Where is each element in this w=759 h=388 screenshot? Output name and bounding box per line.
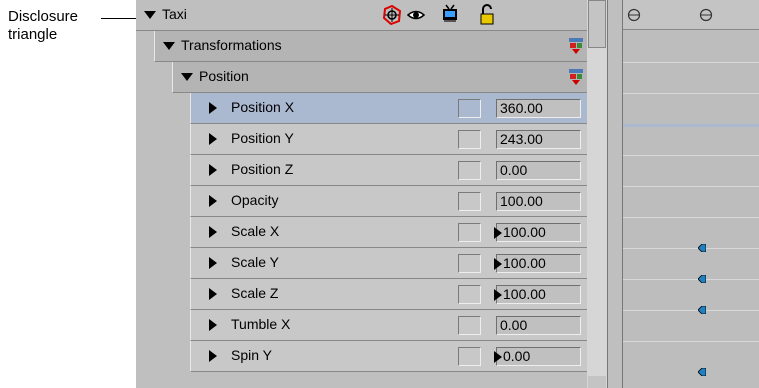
timeline-track-line (623, 217, 759, 218)
keyframe-toggle[interactable] (458, 285, 481, 304)
disclosure-triangle-icon[interactable] (209, 164, 217, 176)
property-row[interactable]: Scale Y 100.00 (190, 248, 587, 279)
callout-line2: triangle (8, 26, 58, 43)
value-text: 100.00 (503, 224, 546, 240)
disclosure-triangle-icon[interactable] (209, 226, 217, 238)
disclosure-triangle-icon[interactable] (181, 73, 193, 81)
property-row[interactable]: Opacity 100.00 (190, 186, 587, 217)
object-row-taxi[interactable]: Taxi (136, 0, 587, 31)
eye-icon[interactable] (407, 8, 425, 22)
reset-icon[interactable] (569, 68, 583, 86)
group-row-position[interactable]: Position (172, 62, 587, 93)
animated-arrow-icon (494, 258, 502, 270)
timeline-track-line (623, 62, 759, 63)
disclosure-triangle-icon[interactable] (209, 133, 217, 145)
callout-line1: Disclosure (8, 8, 79, 25)
value-text: 100.00 (503, 286, 546, 302)
disclosure-callout: Disclosure triangle (8, 8, 78, 44)
value-text: 0.00 (500, 162, 528, 178)
value-text: 0.00 (503, 348, 531, 364)
pane-divider[interactable] (607, 0, 623, 388)
disclosure-triangle-icon[interactable] (163, 42, 175, 50)
timeline-track-line (623, 248, 759, 249)
keyframe-toggle[interactable] (458, 223, 481, 242)
group-label: Transformations (181, 37, 282, 53)
value-field[interactable]: 100.00 (494, 285, 581, 304)
timeline-header (623, 0, 759, 30)
animated-arrow-icon (494, 289, 502, 301)
property-label: Tumble X (231, 316, 291, 332)
keyframe-toggle[interactable] (458, 192, 481, 211)
property-label: Position Z (231, 161, 294, 177)
keyframe-toggle[interactable] (458, 130, 481, 149)
value-text: 0.00 (500, 317, 528, 333)
property-label: Position Y (231, 130, 294, 146)
value-field[interactable]: 360.00 (496, 99, 581, 118)
subgroup-label: Position (199, 68, 249, 84)
keyframe-icon[interactable] (698, 244, 706, 252)
animated-arrow-icon (494, 351, 502, 363)
timeline-track-line (623, 186, 759, 187)
property-label: Spin Y (231, 347, 272, 363)
property-row[interactable]: Position Y 243.00 (190, 124, 587, 155)
keyframe-icon[interactable] (698, 368, 706, 376)
timeline-track-line (623, 310, 759, 311)
property-row[interactable]: Scale Z 100.00 (190, 279, 587, 310)
property-label: Scale Y (231, 254, 279, 270)
value-text: 360.00 (500, 100, 543, 116)
disclosure-triangle-icon[interactable] (209, 102, 217, 114)
property-row[interactable]: Position Z 0.00 (190, 155, 587, 186)
value-field[interactable]: 100.00 (496, 192, 581, 211)
value-text: 100.00 (503, 255, 546, 271)
timeline-pane[interactable] (623, 0, 759, 388)
property-row[interactable]: Spin Y 0.00 (190, 341, 587, 372)
value-field[interactable]: 0.00 (496, 316, 581, 335)
timeline-start-marker-icon[interactable] (627, 8, 641, 22)
object-label: Taxi (162, 6, 187, 22)
value-field[interactable]: 243.00 (496, 130, 581, 149)
disclosure-triangle-icon[interactable] (209, 257, 217, 269)
disclosure-triangle-icon[interactable] (209, 195, 217, 207)
keyframe-icon[interactable] (698, 306, 706, 314)
timeline-track-line (623, 155, 759, 156)
animated-arrow-icon (494, 227, 502, 239)
scrollbar-thumb[interactable] (588, 0, 606, 48)
target-icon[interactable] (382, 5, 402, 25)
value-text: 100.00 (500, 193, 543, 209)
value-field[interactable]: 100.00 (494, 254, 581, 273)
keyframe-icon[interactable] (698, 275, 706, 283)
vertical-scrollbar[interactable] (587, 0, 607, 388)
disclosure-triangle-icon[interactable] (209, 350, 217, 362)
scroll-down-button[interactable] (588, 376, 606, 388)
property-row[interactable]: Scale X 100.00 (190, 217, 587, 248)
monitor-icon[interactable] (441, 4, 459, 24)
property-label: Scale X (231, 223, 280, 239)
property-label: Opacity (231, 192, 279, 208)
disclosure-triangle-icon[interactable] (209, 319, 217, 331)
keyframe-toggle[interactable] (458, 347, 481, 366)
group-row-transformations[interactable]: Transformations (154, 31, 587, 62)
reset-icon[interactable] (569, 37, 583, 55)
property-row[interactable]: Position X 360.00 (190, 93, 587, 124)
value-field[interactable]: 100.00 (494, 223, 581, 242)
keyframe-toggle[interactable] (458, 316, 481, 335)
property-label: Scale Z (231, 285, 279, 301)
timeline-playhead-marker-icon[interactable] (699, 8, 713, 22)
timeline-track-line (623, 93, 759, 94)
property-label: Position X (231, 99, 295, 115)
keyframe-toggle[interactable] (458, 99, 481, 118)
disclosure-triangle-icon[interactable] (209, 288, 217, 300)
property-row[interactable]: Tumble X 0.00 (190, 310, 587, 341)
lock-icon[interactable] (480, 4, 494, 26)
timeline-track-line (623, 279, 759, 280)
value-field[interactable]: 0.00 (494, 347, 581, 366)
value-field[interactable]: 0.00 (496, 161, 581, 180)
disclosure-triangle-icon[interactable] (144, 11, 156, 19)
behavior-panel: Taxi Transformations Position Position X… (136, 0, 759, 388)
value-text: 243.00 (500, 131, 543, 147)
timeline-selected-track (623, 124, 759, 127)
keyframe-toggle[interactable] (458, 254, 481, 273)
keyframe-toggle[interactable] (458, 161, 481, 180)
timeline-track-line (623, 341, 759, 342)
